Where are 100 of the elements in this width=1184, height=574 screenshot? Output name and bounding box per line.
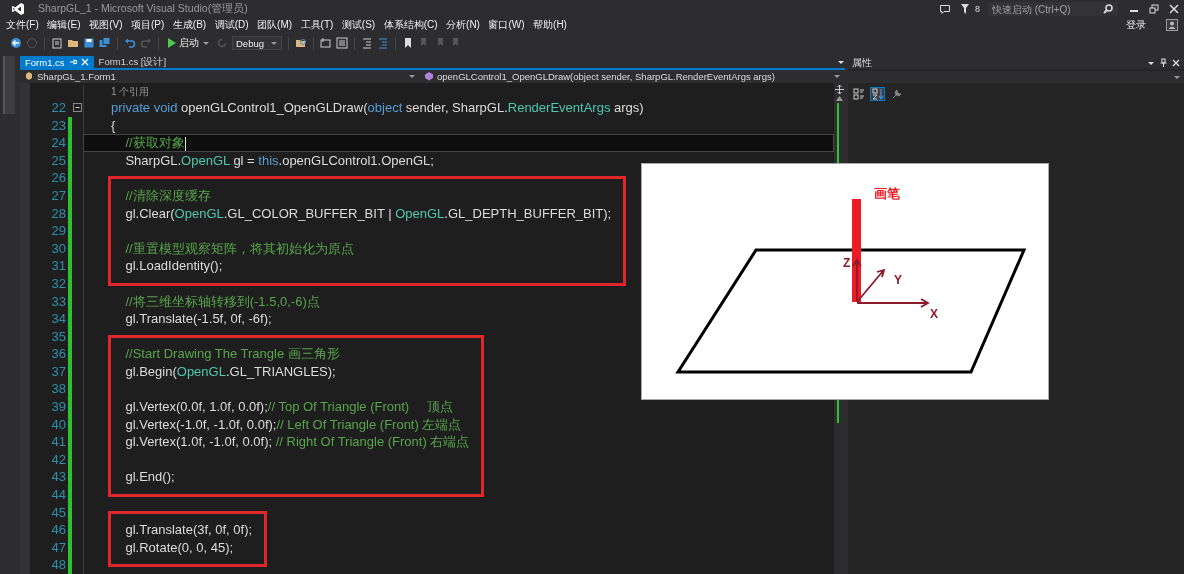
- play-icon: [167, 38, 176, 48]
- line-number: 27: [50, 186, 66, 205]
- code-line: SharpGL.OpenGL gl = this.openGLControl1.OpenGL;: [124, 151, 435, 170]
- save-icon[interactable]: [83, 37, 95, 49]
- axis-label: X: [930, 306, 938, 321]
- visual-studio-logo-icon: [11, 2, 25, 16]
- code-line: gl.LoadIdentity();: [124, 257, 224, 275]
- code-line: gl.Vertex(-1.0f, -1.0f, 0.0f);// Left Of Triangle (Front) 左端点: [124, 415, 463, 434]
- line-number: 22: [50, 98, 66, 117]
- code-line: gl.Vertex(0.0f, 1.0f, 0.0f);// Top Of Triangle (Front) 顶点: [124, 398, 455, 416]
- menu-item[interactable]: 测试(S): [341, 18, 376, 32]
- new-project-icon[interactable]: [51, 37, 63, 49]
- menu-item[interactable]: 生成(B): [172, 18, 207, 32]
- caret-icon: [833, 73, 841, 80]
- save-all-icon[interactable]: [99, 37, 111, 49]
- member-dropdown[interactable]: openGLControl1_OpenGLDraw(object sender, SharpGL.RenderEventArgs args): [420, 70, 845, 83]
- menu-item[interactable]: 体系结构(C): [383, 18, 438, 32]
- window-title: SharpGL_1 - Microsoft Visual Studio(管理员): [38, 2, 248, 16]
- line-number: 29: [50, 222, 66, 240]
- line-number: 36: [50, 345, 66, 363]
- menu-item[interactable]: 工具(T): [300, 18, 334, 32]
- pen-label: 画笔: [874, 185, 900, 201]
- line-number: 43: [50, 468, 66, 487]
- collapse-icon[interactable]: [73, 103, 82, 113]
- line-number: 42: [50, 450, 66, 469]
- categorized-view-button[interactable]: [851, 87, 866, 101]
- axis-label: Y: [894, 272, 902, 287]
- notification-count: 8: [975, 4, 980, 14]
- line-number: 33: [50, 292, 66, 311]
- split-icon[interactable]: [835, 84, 844, 94]
- line-number: 44: [50, 486, 66, 504]
- code-line: //将三维坐标轴转移到(-1.5,0,-6)点: [124, 292, 321, 311]
- code-line: gl.Begin(OpenGL.GL_TRIANGLES);: [124, 362, 337, 381]
- back-icon[interactable]: [10, 37, 22, 49]
- line-number: 40: [50, 415, 66, 434]
- line-number: 25: [50, 151, 66, 170]
- alphabetical-view-button[interactable]: [870, 87, 885, 101]
- search-icon[interactable]: [1103, 4, 1113, 14]
- code-line: //清除深度缓存: [124, 186, 212, 205]
- sign-in-link[interactable]: 登录: [1126, 18, 1146, 32]
- line-number: 26: [50, 169, 66, 187]
- menu-item[interactable]: 帮助(H): [533, 18, 567, 32]
- code-line: gl.End();: [124, 468, 176, 487]
- line-number: 39: [50, 398, 66, 416]
- outdent-icon[interactable]: [361, 37, 373, 49]
- line-number: 24: [50, 134, 66, 152]
- code-line: private void openGLControl1_OpenGLDraw(object sender, SharpGL.RenderEventArgs args): [111, 98, 645, 117]
- line-number: 48: [50, 556, 66, 574]
- restore-icon[interactable]: [1149, 4, 1159, 14]
- close-icon[interactable]: [1169, 4, 1179, 14]
- caret-icon: [270, 40, 278, 46]
- line-number: 45: [50, 503, 66, 522]
- filter-icon[interactable]: [961, 4, 969, 14]
- menu-item[interactable]: 窗口(W): [488, 18, 525, 32]
- line-number: 32: [50, 274, 66, 293]
- line-number: 46: [50, 521, 66, 539]
- open-folder-icon[interactable]: [67, 37, 79, 49]
- close-icon[interactable]: [1172, 58, 1180, 67]
- line-number: 34: [50, 310, 66, 328]
- code-line: gl.Clear(OpenGL.GL_COLOR_BUFFER_BIT | OpenGL.GL_DEPTH_BUFFER_BIT);: [124, 204, 612, 223]
- caret-icon: [1173, 74, 1181, 80]
- editor-tab[interactable]: Form1.cs [设计]: [93, 56, 172, 68]
- code-line: gl.Translate(3f, 0f, 0f);: [124, 521, 253, 539]
- caret-icon: [202, 40, 210, 46]
- menu-item[interactable]: 编辑(E): [47, 18, 81, 32]
- categorized-icon: [852, 88, 865, 100]
- quick-launch-field[interactable]: 快速启动 (Ctrl+Q): [988, 2, 1118, 16]
- menu-item[interactable]: 项目(P): [130, 18, 165, 32]
- menu-item[interactable]: 视图(V): [89, 18, 123, 32]
- line-number: 38: [50, 380, 66, 399]
- feedback-icon[interactable]: [939, 3, 951, 15]
- menu-item[interactable]: 分析(N): [446, 18, 480, 32]
- menu-item[interactable]: 团队(M): [257, 18, 293, 32]
- axis-label: Z: [843, 255, 851, 270]
- line-number: 28: [50, 204, 66, 223]
- find-in-files-icon[interactable]: [295, 37, 307, 49]
- undo-icon[interactable]: [124, 37, 136, 49]
- configuration-dropdown[interactable]: Debug: [232, 36, 282, 50]
- pin-icon[interactable]: [1160, 58, 1167, 67]
- reference-count[interactable]: 1 个引用: [111, 84, 150, 99]
- method-icon: [424, 71, 434, 82]
- caret-icon[interactable]: [1147, 59, 1155, 66]
- code-line: gl.Vertex(1.0f, -1.0f, 0.0f); // Right Of Triangle (Front) 右端点: [124, 433, 470, 451]
- type-dropdown[interactable]: SharpGL_1.Form1: [20, 70, 420, 83]
- bookmark-icon[interactable]: [402, 37, 414, 49]
- avatar-icon[interactable]: [1166, 19, 1178, 31]
- class-icon: [24, 71, 34, 82]
- code-line: {: [111, 116, 117, 135]
- solution-explorer-icon[interactable]: [320, 37, 332, 49]
- code-line: gl.Rotate(0, 0, 45);: [124, 538, 235, 557]
- code-line: //Start Drawing The Trangle 画三角形: [124, 345, 341, 363]
- menu-item[interactable]: 文件(F): [6, 18, 39, 32]
- code-line: gl.Translate(-1.5f, 0f, -6f);: [124, 310, 273, 328]
- start-button[interactable]: 启动: [165, 36, 212, 50]
- scroll-up-icon[interactable]: [836, 95, 843, 101]
- line-number: 30: [50, 239, 66, 258]
- property-pages-icon: [890, 88, 903, 100]
- properties-icon[interactable]: [336, 37, 348, 49]
- alphabetical-icon: [871, 88, 884, 100]
- menu-item[interactable]: 调试(D): [214, 18, 249, 32]
